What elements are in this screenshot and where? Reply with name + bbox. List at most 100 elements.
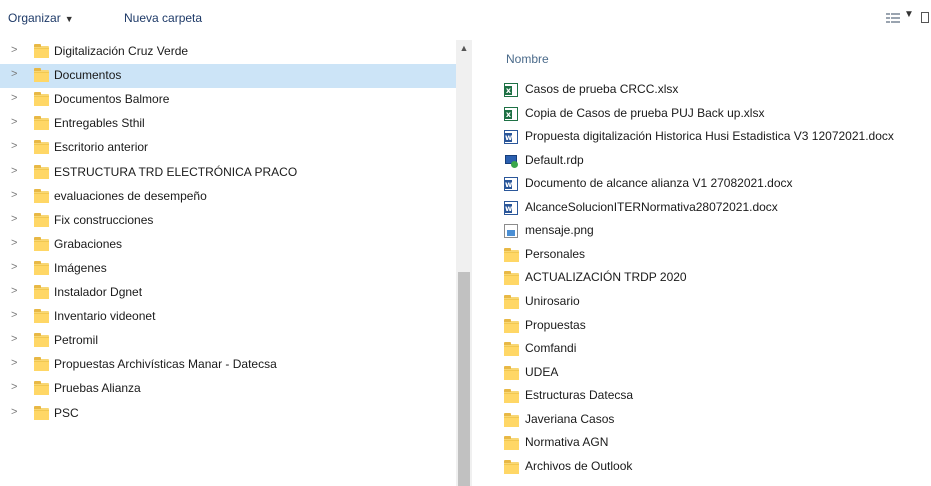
file-name: Propuesta digitalización Historica Husi … [525, 129, 894, 143]
folder-icon [504, 413, 519, 427]
chevron-right-icon[interactable]: > [11, 406, 17, 418]
file-name: AlcanceSolucionITERNormativa28072021.doc… [525, 200, 778, 214]
file-list-item[interactable]: Javeriana Casos [498, 408, 931, 432]
tree-item-label: Petromil [54, 333, 99, 347]
folder-icon [34, 44, 49, 58]
remote-desktop-file-icon [504, 154, 518, 168]
folder-icon [34, 381, 49, 395]
chevron-right-icon[interactable]: > [11, 44, 17, 56]
file-list-item[interactable]: Normativa AGN [498, 431, 931, 455]
tree-item[interactable]: > Documentos Balmore [0, 88, 456, 112]
file-list-item[interactable]: Comfandi [498, 337, 931, 361]
tree-item[interactable]: > Digitalización Cruz Verde [0, 40, 456, 64]
chevron-right-icon[interactable]: > [11, 116, 17, 128]
folder-icon [34, 189, 49, 203]
file-name: UDEA [525, 365, 559, 379]
organize-menu-button[interactable]: Organizar ▼ [8, 11, 74, 25]
tree-item[interactable]: > Petromil [0, 329, 456, 353]
folder-icon [504, 342, 519, 356]
chevron-right-icon[interactable]: > [11, 261, 17, 273]
tree-item[interactable]: > Propuestas Archivísticas Manar - Datecs… [0, 353, 456, 377]
chevron-right-icon[interactable]: > [11, 68, 17, 80]
word-file-icon [504, 177, 518, 191]
file-list-item[interactable]: Default.rdp [498, 149, 931, 173]
tree-item[interactable]: > Documentos [0, 64, 456, 88]
file-list-item[interactable]: UDEA [498, 361, 931, 385]
file-name: Personales [525, 247, 586, 261]
tree-item[interactable]: > Instalador Dgnet [0, 281, 456, 305]
vertical-scrollbar[interactable]: ▲ [456, 40, 472, 486]
chevron-right-icon[interactable]: > [11, 357, 17, 369]
chevron-right-icon[interactable]: > [11, 381, 17, 393]
folder-icon [504, 319, 519, 333]
folder-icon [504, 271, 519, 285]
tree-item[interactable]: > Inventario videonet [0, 305, 456, 329]
tree-item-label: Pruebas Alianza [54, 381, 141, 395]
chevron-right-icon[interactable]: > [11, 165, 17, 177]
file-name: Estructuras Datecsa [525, 388, 634, 402]
folder-icon [34, 357, 49, 371]
navigation-tree: > Digitalización Cruz Verde > Documentos > Do… [0, 40, 456, 486]
file-list-item[interactable]: mensaje.png [498, 219, 931, 243]
folder-icon [34, 140, 49, 154]
file-list-item[interactable]: Unirosario [498, 290, 931, 314]
folder-icon [504, 436, 519, 450]
file-name: ACTUALIZACIÓN TRDP 2020 [525, 270, 687, 284]
preview-pane-icon[interactable] [921, 12, 929, 23]
tree-item-label: Documentos Balmore [54, 92, 170, 106]
file-list-item[interactable]: Propuesta digitalización Historica Husi … [498, 125, 931, 149]
tree-item-label: PSC [54, 406, 79, 420]
folder-icon [504, 248, 519, 262]
tree-item[interactable]: > Pruebas Alianza [0, 377, 456, 401]
new-folder-button[interactable]: Nueva carpeta [124, 11, 202, 25]
folder-icon [504, 366, 519, 380]
tree-item-label: ESTRUCTURA TRD ELECTRÓNICA PRACO [54, 165, 298, 179]
tree-item[interactable]: > evaluaciones de desempeño [0, 185, 456, 209]
tree-item[interactable]: > ESTRUCTURA TRD ELECTRÓNICA PRACO [0, 161, 456, 185]
file-list-item[interactable]: Estructuras Datecsa [498, 384, 931, 408]
file-list-item[interactable]: Propuestas [498, 314, 931, 338]
chevron-right-icon[interactable]: > [11, 285, 17, 297]
column-header-name[interactable]: Nombre [506, 52, 549, 66]
tree-item[interactable]: > PSC [0, 402, 456, 426]
scrollbar-thumb[interactable] [458, 272, 470, 486]
file-list-item[interactable]: Copia de Casos de prueba PUJ Back up.xls… [498, 102, 931, 126]
tree-item[interactable]: > Entregables Sthil [0, 112, 456, 136]
tree-item-label: Grabaciones [54, 237, 123, 251]
details-view-icon[interactable] [886, 13, 900, 23]
word-file-icon [504, 130, 518, 144]
tree-item-label: Imágenes [54, 261, 107, 275]
chevron-right-icon[interactable]: > [11, 333, 17, 345]
folder-icon [34, 333, 49, 347]
chevron-right-icon[interactable]: > [11, 237, 17, 249]
file-name: Comfandi [525, 341, 577, 355]
file-list-item[interactable]: Archivos de Outlook [498, 455, 931, 479]
file-list-item[interactable]: ACTUALIZACIÓN TRDP 2020 [498, 266, 931, 290]
file-name: Normativa AGN [525, 435, 609, 449]
chevron-right-icon[interactable]: > [11, 213, 17, 225]
file-name: Casos de prueba CRCC.xlsx [525, 82, 679, 96]
tree-item[interactable]: > Grabaciones [0, 233, 456, 257]
chevron-right-icon[interactable]: > [11, 92, 17, 104]
file-list-item[interactable]: AlcanceSolucionITERNormativa28072021.doc… [498, 196, 931, 220]
folder-icon [34, 309, 49, 323]
file-list-item[interactable]: Documento de alcance alianza V1 27082021… [498, 172, 931, 196]
folder-icon [34, 406, 49, 420]
file-list-item[interactable]: Casos de prueba CRCC.xlsx [498, 78, 931, 102]
scroll-up-icon[interactable]: ▲ [456, 40, 472, 56]
tree-item[interactable]: > Escritorio anterior [0, 136, 456, 160]
folder-icon [34, 261, 49, 275]
file-name: mensaje.png [525, 223, 594, 237]
chevron-right-icon[interactable]: > [11, 189, 17, 201]
chevron-right-icon[interactable]: > [11, 140, 17, 152]
excel-file-icon [504, 83, 518, 97]
chevron-right-icon[interactable]: > [11, 309, 17, 321]
view-options-chevron-icon[interactable]: ▼ [904, 9, 914, 20]
tree-item[interactable]: > Fix construcciones [0, 209, 456, 233]
folder-icon [34, 116, 49, 130]
folder-icon [34, 213, 49, 227]
tree-item[interactable]: > Imágenes [0, 257, 456, 281]
tree-item-label: Digitalización Cruz Verde [54, 44, 189, 58]
file-name: Documento de alcance alianza V1 27082021… [525, 176, 793, 190]
file-list-item[interactable]: Personales [498, 243, 931, 267]
